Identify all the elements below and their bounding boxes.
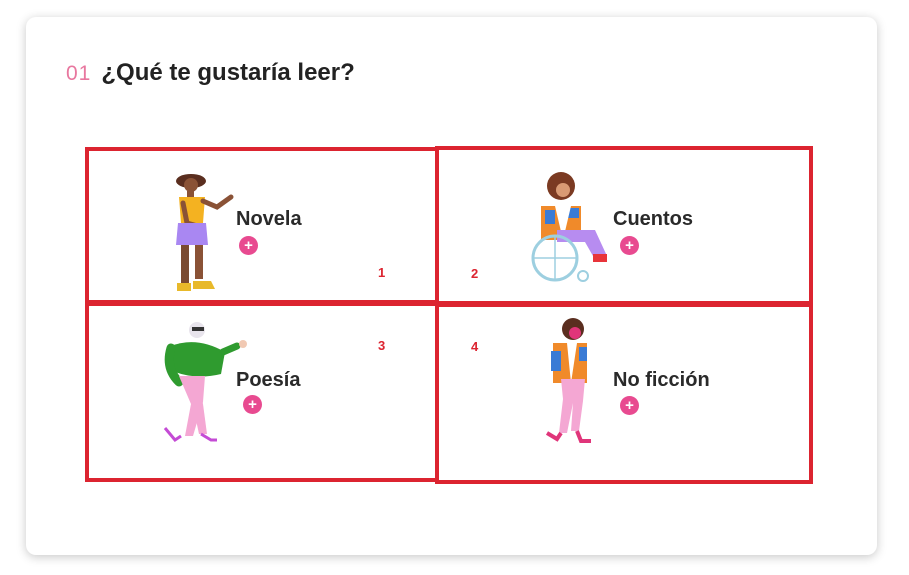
option-label: Novela <box>236 208 302 230</box>
option-marker: 2 <box>471 266 479 281</box>
plus-icon[interactable]: + <box>620 236 639 255</box>
option-marker: 3 <box>378 338 386 353</box>
question-number: 01 <box>66 62 92 85</box>
woman-walking-illustration <box>545 318 591 443</box>
plus-icon[interactable]: + <box>243 395 262 414</box>
option-marker: 4 <box>471 339 479 354</box>
question-header: 01 ¿Qué te gustaría leer? <box>66 59 355 89</box>
plus-icon[interactable]: + <box>239 236 258 255</box>
question-title: ¿Qué te gustaría leer? <box>101 59 355 86</box>
option-marker: 1 <box>378 265 386 280</box>
option-cuentos[interactable]: Cuentos + 2 <box>435 146 813 305</box>
option-no-ficcion[interactable]: No ficción + 4 <box>435 303 813 484</box>
option-label: Cuentos <box>613 208 693 230</box>
woman-wheelchair-illustration <box>531 172 607 282</box>
option-poesia[interactable]: Poesía + 3 <box>85 302 439 482</box>
option-novela[interactable]: Novela + 1 <box>85 147 439 304</box>
plus-icon[interactable]: + <box>620 396 639 415</box>
woman-pointing-illustration <box>176 174 234 291</box>
option-label: Poesía <box>236 369 301 391</box>
option-label: No ficción <box>613 369 710 391</box>
